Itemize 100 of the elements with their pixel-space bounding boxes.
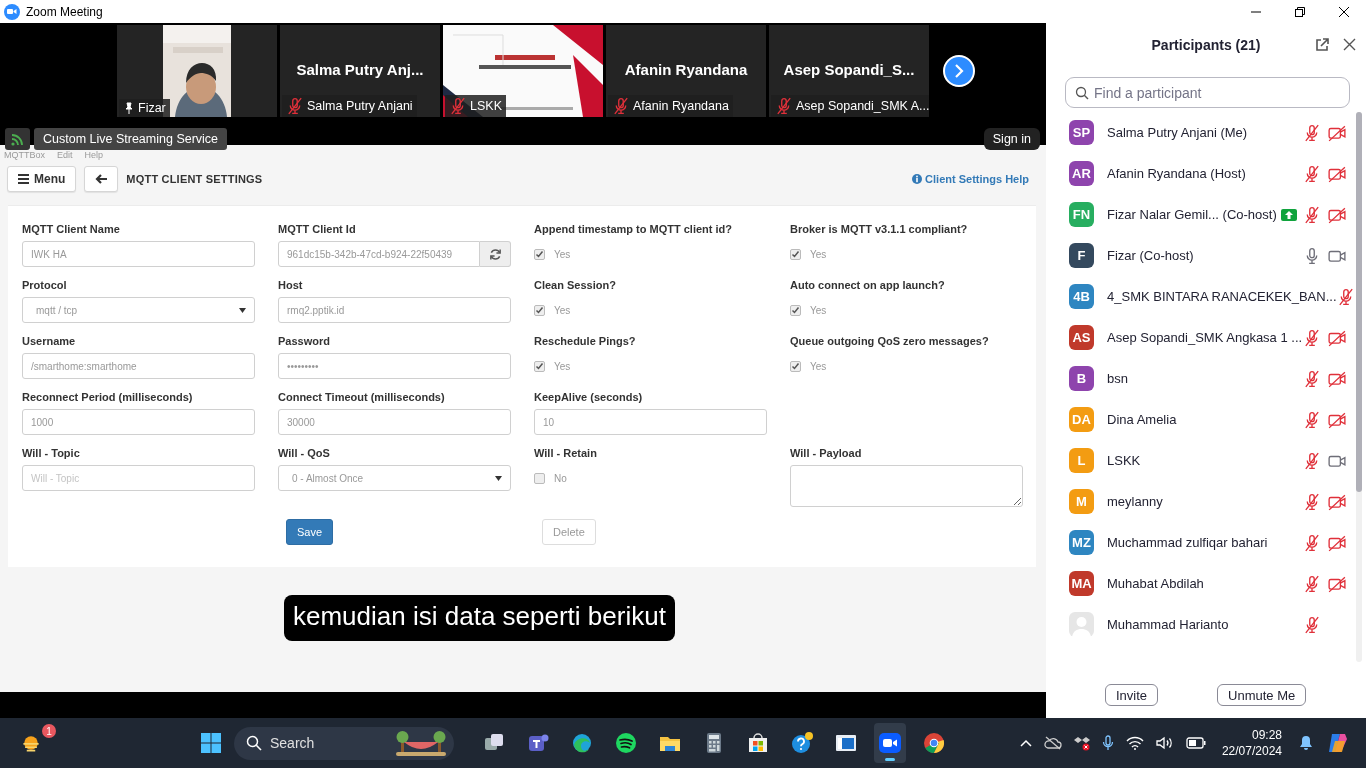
video-tile[interactable]: Asep Sopandi_S... Asep Sopandi_SMK A...	[769, 25, 929, 117]
text-field[interactable]: 30000	[278, 409, 511, 435]
checkbox[interactable]	[534, 304, 545, 316]
muted-mic-icon[interactable]	[1336, 287, 1355, 306]
video-off-icon[interactable]	[1328, 492, 1346, 511]
muted-mic-icon[interactable]	[775, 97, 793, 115]
video-off-icon[interactable]	[1328, 205, 1346, 224]
save-button[interactable]: Save	[286, 519, 334, 545]
participant-name: meylanny	[1107, 494, 1163, 509]
video-off-icon[interactable]	[1328, 533, 1346, 552]
speaker-icon[interactable]	[1155, 736, 1174, 750]
muted-mic-icon[interactable]	[1303, 205, 1321, 224]
muted-mic-icon[interactable]	[449, 97, 467, 115]
muted-mic-icon[interactable]	[1303, 533, 1321, 552]
chrome-browser-icon	[923, 732, 945, 754]
checkbox[interactable]	[790, 248, 801, 260]
participant-name: Afanin Ryandana	[624, 60, 748, 78]
video-app-icon	[879, 732, 901, 754]
muted-mic-icon[interactable]	[1303, 492, 1321, 511]
wifi-icon[interactable]	[1125, 736, 1144, 750]
video-off-icon[interactable]	[1328, 164, 1346, 183]
text-field[interactable]: 961dc15b-342b-47cd-b924-22f50439	[278, 241, 480, 267]
video-off-icon[interactable]	[1328, 123, 1346, 142]
name-label: LSKK	[445, 95, 506, 117]
back-button[interactable]	[84, 166, 119, 192]
video-off-icon[interactable]	[1328, 328, 1346, 347]
video-tile[interactable]: LSKK	[443, 25, 603, 117]
field-label: Password	[278, 335, 331, 348]
dropdown[interactable]: 0 - Almost Once	[278, 465, 511, 491]
text-field[interactable]: •••••••••	[278, 353, 511, 379]
next-page-button[interactable]	[943, 55, 975, 87]
field-label: KeepAlive (seconds)	[534, 391, 644, 404]
text-field[interactable]: IWK HA	[22, 241, 255, 267]
unmute-button[interactable]: Unmute Me	[1217, 684, 1307, 706]
menu-item[interactable]: Edit	[57, 150, 73, 159]
text-field[interactable]: rmq2.pptik.id	[278, 297, 511, 323]
muted-mic-icon[interactable]	[1303, 615, 1321, 634]
dropdown[interactable]: mqtt / tcp	[22, 297, 255, 323]
rss-icon	[11, 132, 24, 146]
chevron-up-icon[interactable]	[1019, 739, 1032, 747]
muted-mic-icon[interactable]	[612, 97, 630, 115]
refresh-button[interactable]	[480, 241, 511, 267]
sign-in-button[interactable]: Sign in	[983, 128, 1040, 150]
menu-button[interactable]: Menu	[7, 166, 77, 192]
muted-mic-icon[interactable]	[1303, 574, 1321, 593]
pop-out-icon[interactable]	[1315, 38, 1329, 52]
muted-mic-icon[interactable]	[1303, 164, 1321, 183]
checkbox[interactable]	[534, 472, 545, 484]
battery-icon[interactable]	[1185, 737, 1206, 749]
checkbox[interactable]	[534, 248, 545, 260]
muted-mic-icon[interactable]	[1303, 451, 1321, 470]
checkbox[interactable]	[534, 360, 545, 372]
participant-name: Muhabat Abdilah	[1107, 576, 1204, 591]
menu-item[interactable]: MQTTBox	[4, 150, 45, 159]
text-field[interactable]: /smarthome:smarthome	[22, 353, 255, 379]
close-icon[interactable]	[1343, 38, 1356, 51]
bell-icon[interactable]	[1298, 735, 1314, 751]
scrollbar-thumb[interactable]	[1356, 112, 1362, 492]
taskbar-app[interactable]	[874, 723, 906, 763]
name-label: Afanin Ryandana	[608, 95, 733, 117]
clock-date[interactable]: 22/07/2024	[1221, 743, 1282, 759]
streaming-button[interactable]	[5, 128, 30, 150]
app-logo-icon	[4, 3, 20, 20]
muted-mic-icon[interactable]	[286, 97, 304, 115]
close-icon[interactable]	[1338, 5, 1350, 18]
text-field[interactable]: 10	[534, 409, 767, 435]
muted-mic-icon[interactable]	[1303, 123, 1321, 142]
mic-icon[interactable]	[1101, 735, 1114, 751]
text-field[interactable]: Will - Topic	[22, 465, 255, 491]
checkbox[interactable]	[790, 360, 801, 372]
video-tile[interactable]: Fizar	[117, 25, 277, 117]
search-field[interactable]: Search	[234, 726, 454, 760]
delete-button[interactable]: Delete	[542, 519, 596, 545]
video-off-icon[interactable]	[1328, 369, 1346, 388]
assistant-icon[interactable]	[1326, 731, 1350, 755]
restore-icon[interactable]	[1294, 5, 1306, 18]
field-label: Queue outgoing QoS zero messages?	[790, 335, 990, 348]
video-tile[interactable]: Afanin Ryandana Afanin Ryandana	[606, 25, 766, 117]
start-icon[interactable]	[200, 732, 222, 754]
video-off-icon[interactable]	[1328, 410, 1346, 429]
video-tile[interactable]: Salma Putry Anj... Salma Putry Anjani	[280, 25, 440, 117]
browser-icon	[571, 732, 593, 754]
cloud-off-icon[interactable]	[1043, 736, 1062, 750]
field-label: Auto connect on app launch?	[790, 279, 946, 292]
menu-item[interactable]: Help	[84, 150, 104, 159]
text-field[interactable]: 1000	[22, 409, 255, 435]
checkbox[interactable]	[790, 304, 801, 316]
muted-mic-icon[interactable]	[1303, 369, 1321, 388]
box-sync-icon[interactable]	[1073, 735, 1090, 751]
clock-time[interactable]: 09:28	[1251, 727, 1282, 743]
muted-mic-icon[interactable]	[1303, 328, 1321, 347]
muted-mic-icon[interactable]	[1303, 410, 1321, 429]
participant-name: bsn	[1107, 371, 1128, 386]
search-field[interactable]: Find a participant	[1065, 77, 1350, 108]
field-label: Reschedule Pings?	[534, 335, 637, 348]
video-off-icon[interactable]	[1328, 574, 1346, 593]
invite-button[interactable]: Invite	[1105, 684, 1159, 706]
caret-icon	[495, 475, 502, 481]
participant-name: 4_SMK BINTARA RANACEKEK_BAN...	[1107, 289, 1337, 304]
help-link[interactable]: Client Settings Help	[912, 173, 1029, 185]
